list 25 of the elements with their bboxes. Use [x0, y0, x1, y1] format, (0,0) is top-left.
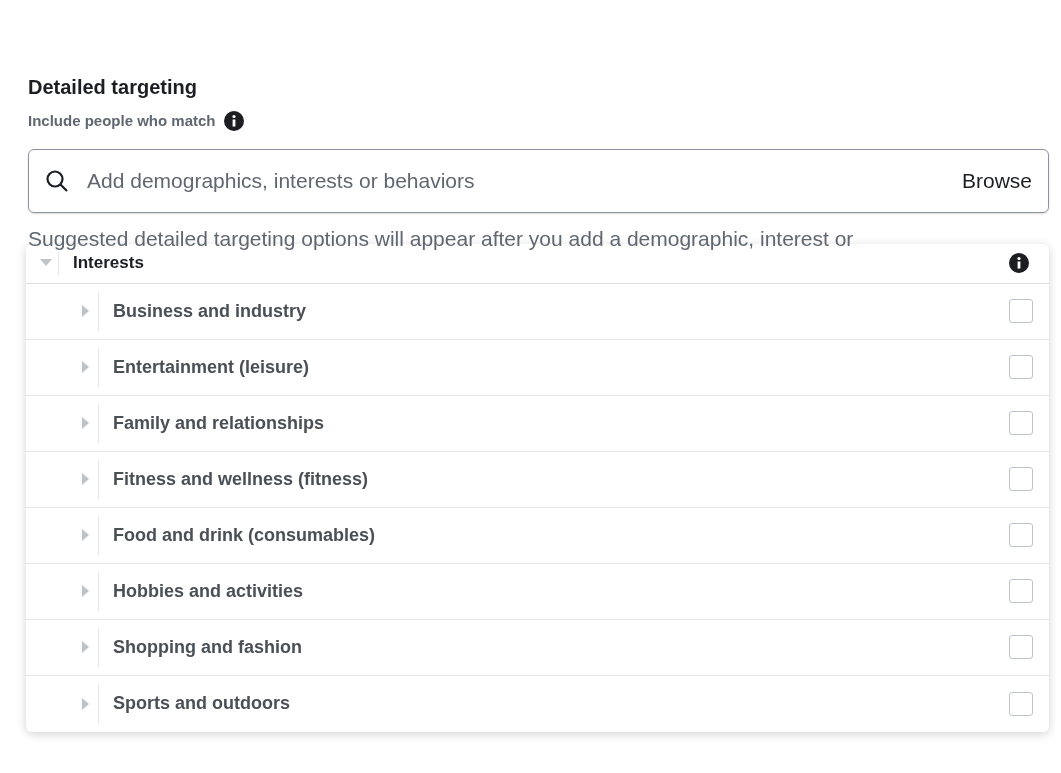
category-label: Interests — [73, 252, 145, 275]
checkbox[interactable] — [1009, 411, 1033, 436]
interest-item[interactable]: Food and drink (consumables) — [113, 521, 1009, 549]
interest-item[interactable]: Business and industry — [113, 297, 1009, 325]
checkbox[interactable] — [1009, 635, 1033, 660]
search-icon — [45, 168, 69, 193]
interest-item[interactable]: Shopping and fashion — [113, 633, 1009, 661]
hint-text: Suggested detailed targeting options will appear after you add a demographic, interest or — [28, 226, 855, 250]
section-subtitle: Include people who match — [28, 111, 216, 131]
checkbox[interactable] — [1009, 691, 1033, 716]
info-icon[interactable] — [223, 111, 244, 132]
checkbox[interactable] — [1009, 579, 1033, 604]
checkbox[interactable] — [1009, 355, 1033, 380]
section-title: Detailed targeting — [28, 75, 198, 100]
interest-item[interactable]: Hobbies and activities — [113, 577, 1009, 605]
checkbox[interactable] — [1009, 467, 1033, 492]
interest-item[interactable]: Fitness and wellness (fitness) — [113, 465, 1009, 493]
checkbox[interactable] — [1009, 523, 1033, 548]
interest-item[interactable]: Sports and outdoors — [113, 690, 1009, 718]
info-icon[interactable] — [1009, 253, 1029, 274]
interest-item[interactable]: Entertainment (leisure) — [113, 353, 1009, 381]
interest-item[interactable]: Family and relationships — [113, 409, 1009, 437]
search-field[interactable]: Add demographics, interests or behaviors Browse — [28, 148, 1049, 213]
browse-button[interactable]: Browse — [953, 164, 1032, 197]
checkbox[interactable] — [1009, 299, 1033, 324]
